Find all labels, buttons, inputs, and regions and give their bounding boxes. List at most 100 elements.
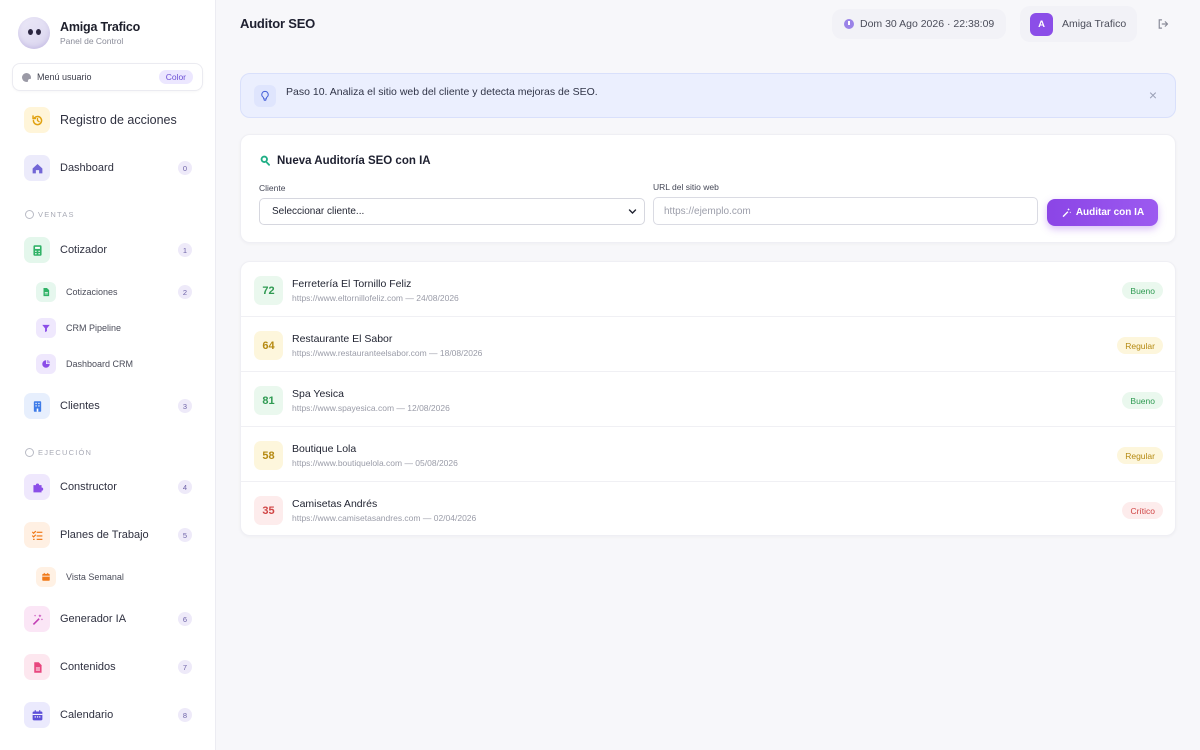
sidebar-item-label: Cotizador bbox=[60, 244, 108, 256]
status-badge: Regular bbox=[1117, 447, 1163, 464]
sidebar-item-label: Registro de acciones bbox=[60, 113, 177, 127]
chevron-down-icon bbox=[628, 209, 637, 214]
lightbulb-icon bbox=[254, 84, 276, 107]
sidebar-item-contenidos[interactable]: Contenidos 7 bbox=[24, 654, 192, 680]
client-select[interactable]: Seleccionar cliente... bbox=[259, 198, 645, 225]
sidebar-item-label: Calendario bbox=[60, 709, 114, 721]
logout-button[interactable] bbox=[1148, 9, 1178, 39]
sidebar-item-label: Constructor bbox=[60, 481, 117, 493]
magic-wand-icon bbox=[1062, 208, 1072, 218]
sidebar-item-cotizaciones[interactable]: Cotizaciones 2 bbox=[36, 282, 192, 302]
audit-meta: https://www.eltornillofeliz.com — 24/08/… bbox=[292, 293, 459, 303]
calendar-icon bbox=[24, 702, 50, 728]
nav-count-badge: 7 bbox=[178, 660, 192, 674]
clock-icon bbox=[844, 19, 854, 29]
sidebar-item-constructor[interactable]: Constructor 4 bbox=[24, 474, 192, 500]
list-check-icon bbox=[24, 522, 50, 548]
audit-row[interactable]: 81 Spa Yesica https://www.spayesica.com … bbox=[241, 372, 1175, 427]
status-badge: Bueno bbox=[1122, 282, 1163, 299]
sidebar-item-dashboard-crm[interactable]: Dashboard CRM bbox=[36, 354, 192, 374]
seo-score: 72 bbox=[254, 276, 283, 305]
document-icon bbox=[36, 282, 56, 302]
client-name: Restaurante El Sabor bbox=[292, 333, 393, 345]
sidebar-item-vista-semanal[interactable]: Vista Semanal bbox=[36, 567, 192, 587]
sidebar-item-registro-de-acciones[interactable]: Registro de acciones bbox=[24, 107, 192, 133]
calculator-icon bbox=[24, 237, 50, 263]
nav-count-badge: 3 bbox=[178, 399, 192, 413]
section-heading-ejecucion: EJECUCIÓN bbox=[25, 448, 92, 457]
sidebar-item-label: Generador IA bbox=[60, 613, 127, 625]
puzzle-icon bbox=[24, 474, 50, 500]
sidebar-item-planes-de-trabajo[interactable]: Planes de Trabajo 5 bbox=[24, 522, 192, 548]
file-icon bbox=[24, 654, 50, 680]
sidebar-item-cotizador[interactable]: Cotizador 1 bbox=[24, 237, 192, 263]
close-icon[interactable]: × bbox=[1149, 88, 1157, 102]
audit-meta: https://www.restauranteelsabor.com — 18/… bbox=[292, 348, 483, 358]
avatar: A bbox=[1030, 12, 1053, 36]
audit-list: 72 Ferretería El Tornillo Feliz https://… bbox=[240, 261, 1176, 536]
seo-score: 81 bbox=[254, 386, 283, 415]
history-icon bbox=[24, 107, 50, 133]
brand[interactable]: Amiga Trafico Panel de Control bbox=[18, 17, 140, 49]
new-audit-title: Nueva Auditoría SEO con IA bbox=[259, 154, 431, 167]
logout-icon bbox=[1158, 19, 1169, 29]
datetime-text: Dom 30 Ago 2026 · 22:38:09 bbox=[860, 18, 995, 30]
sidebar-item-label: Clientes bbox=[60, 400, 100, 412]
hint-banner: Paso 10. Analiza el sitio web del client… bbox=[240, 73, 1176, 118]
sidebar-item-label: Cotizaciones bbox=[66, 287, 118, 297]
user-name: Amiga Trafico bbox=[1062, 18, 1127, 30]
user-menu-button[interactable]: Menú usuario Color bbox=[12, 63, 203, 91]
sidebar-item-label: Dashboard CRM bbox=[66, 359, 134, 369]
new-audit-card: Nueva Auditoría SEO con IA Cliente Selec… bbox=[240, 134, 1176, 243]
client-name: Boutique Lola bbox=[292, 443, 357, 455]
audit-with-ai-button[interactable]: Auditar con IA bbox=[1047, 199, 1158, 226]
sidebar: Amiga Trafico Panel de Control Menú usua… bbox=[0, 0, 216, 750]
audit-row[interactable]: 64 Restaurante El Sabor https://www.rest… bbox=[241, 317, 1175, 372]
user-profile-button[interactable]: A Amiga Trafico bbox=[1020, 6, 1137, 42]
brand-mascot-icon bbox=[18, 17, 50, 49]
audit-row[interactable]: 72 Ferretería El Tornillo Feliz https://… bbox=[241, 262, 1175, 317]
nav-count-badge: 4 bbox=[178, 480, 192, 494]
nav-count-badge: 2 bbox=[178, 285, 192, 299]
status-badge: Regular bbox=[1117, 337, 1163, 354]
audit-row[interactable]: 58 Boutique Lola https://www.boutiquelol… bbox=[241, 427, 1175, 482]
nav-count-badge: 1 bbox=[178, 243, 192, 257]
target-icon bbox=[25, 210, 34, 219]
url-label: URL del sitio web bbox=[653, 182, 719, 192]
user-menu-label: Menú usuario bbox=[37, 72, 92, 82]
color-badge[interactable]: Color bbox=[158, 70, 193, 84]
sidebar-item-calendario[interactable]: Calendario 8 bbox=[24, 702, 192, 728]
funnel-icon bbox=[36, 318, 56, 338]
sidebar-item-label: Planes de Trabajo bbox=[60, 529, 149, 541]
sidebar-item-label: Contenidos bbox=[60, 661, 116, 673]
calendar-week-icon bbox=[36, 567, 56, 587]
seo-score: 58 bbox=[254, 441, 283, 470]
palette-icon bbox=[22, 72, 32, 83]
nav-count-badge: 8 bbox=[178, 708, 192, 722]
sidebar-item-crm-pipeline[interactable]: CRM Pipeline bbox=[36, 318, 192, 338]
sidebar-item-label: Dashboard bbox=[60, 162, 114, 174]
url-input[interactable] bbox=[653, 197, 1038, 225]
search-icon bbox=[260, 155, 271, 166]
sidebar-item-label: Vista Semanal bbox=[66, 572, 124, 582]
client-name: Camisetas Andrés bbox=[292, 498, 378, 510]
nav-count-badge: 6 bbox=[178, 612, 192, 626]
audit-row[interactable]: 35 Camisetas Andrés https://www.camiseta… bbox=[241, 482, 1175, 535]
gear-icon bbox=[25, 448, 34, 457]
status-badge: Bueno bbox=[1122, 392, 1163, 409]
audit-meta: https://www.spayesica.com — 12/08/2026 bbox=[292, 403, 450, 413]
sidebar-item-dashboard[interactable]: Dashboard 0 bbox=[24, 155, 192, 181]
nav-count-badge: 0 bbox=[178, 161, 192, 175]
audit-meta: https://www.camisetasandres.com — 02/04/… bbox=[292, 513, 477, 523]
pie-chart-icon bbox=[36, 354, 56, 374]
seo-score: 64 bbox=[254, 331, 283, 360]
client-label: Cliente bbox=[259, 183, 286, 193]
section-heading-ventas: VENTAS bbox=[25, 210, 75, 219]
seo-score: 35 bbox=[254, 496, 283, 525]
sidebar-item-generador-ia[interactable]: Generador IA 6 bbox=[24, 606, 192, 632]
brand-subtitle: Panel de Control bbox=[60, 36, 124, 46]
client-name: Spa Yesica bbox=[292, 388, 344, 400]
building-icon bbox=[24, 393, 50, 419]
status-badge: Crítico bbox=[1122, 502, 1163, 519]
sidebar-item-clientes[interactable]: Clientes 3 bbox=[24, 393, 192, 419]
